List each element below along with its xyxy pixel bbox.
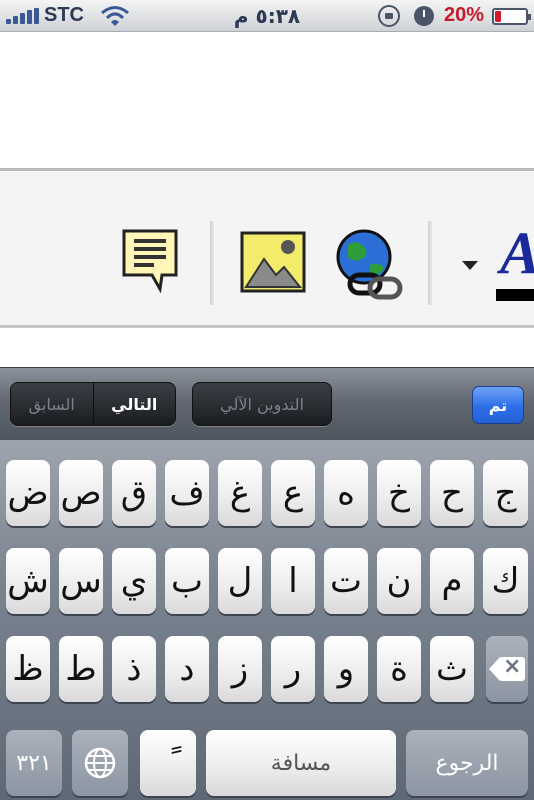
- space-key[interactable]: مسافة: [206, 730, 396, 796]
- battery-percent: 20%: [444, 4, 485, 26]
- editor-content-area[interactable]: [0, 32, 534, 168]
- prev-next-segmented-control: السابق التالي: [10, 382, 176, 426]
- key[interactable]: ك: [483, 548, 528, 614]
- dropdown-arrow-icon[interactable]: [462, 261, 478, 270]
- alarm-icon: [414, 6, 434, 26]
- rotation-lock-icon: [378, 5, 400, 27]
- key[interactable]: ا: [271, 548, 315, 614]
- key[interactable]: ف: [165, 460, 209, 526]
- previous-button[interactable]: السابق: [11, 383, 94, 425]
- key[interactable]: ر: [271, 636, 315, 702]
- key[interactable]: ش: [6, 548, 50, 614]
- note-comment-icon[interactable]: [122, 229, 178, 293]
- font-color-swatch: [496, 289, 534, 301]
- key[interactable]: غ: [218, 460, 262, 526]
- key[interactable]: ظ: [6, 636, 50, 702]
- key[interactable]: ث: [430, 636, 474, 702]
- key[interactable]: ي: [112, 548, 156, 614]
- diacritic-key[interactable]: ً: [140, 730, 196, 796]
- toolbar-separator: [210, 221, 214, 305]
- key[interactable]: ل: [218, 548, 262, 614]
- key[interactable]: و: [324, 636, 368, 702]
- key[interactable]: د: [165, 636, 209, 702]
- key[interactable]: م: [430, 548, 474, 614]
- editor-toolbar: A: [0, 168, 534, 328]
- form-accessory-bar: السابق التالي التدوين الآلي تم: [0, 367, 534, 440]
- backspace-icon: ×: [489, 654, 525, 681]
- key[interactable]: ة: [377, 636, 421, 702]
- battery-level-fill: [495, 11, 502, 22]
- key[interactable]: ن: [377, 548, 421, 614]
- key[interactable]: ح: [430, 460, 474, 526]
- key[interactable]: ع: [271, 460, 315, 526]
- key[interactable]: ه: [324, 460, 368, 526]
- key[interactable]: ب: [165, 548, 209, 614]
- key[interactable]: ت: [324, 548, 368, 614]
- arabic-keyboard: ض ص ق ف غ ع ه خ ح ج ش س ي ب ل ا ت ن م ك …: [0, 440, 534, 800]
- autofill-button[interactable]: التدوين الآلي: [192, 382, 332, 426]
- numbers-key[interactable]: ٣٢١: [6, 730, 62, 796]
- key[interactable]: ض: [6, 460, 50, 526]
- key[interactable]: ط: [59, 636, 103, 702]
- globe-key[interactable]: [72, 730, 128, 796]
- globe-icon: [84, 747, 116, 779]
- battery-icon: [492, 8, 531, 25]
- backspace-key[interactable]: ×: [486, 636, 528, 702]
- key[interactable]: س: [59, 548, 103, 614]
- status-bar: STC ٥:٣٨ م 20%: [0, 0, 534, 32]
- key[interactable]: ص: [59, 460, 103, 526]
- font-color-icon[interactable]: A: [500, 223, 534, 283]
- key[interactable]: خ: [377, 460, 421, 526]
- insert-image-icon[interactable]: [240, 231, 306, 293]
- return-key[interactable]: الرجوع: [406, 730, 528, 796]
- hyperlink-globe-icon[interactable]: [334, 229, 404, 301]
- key[interactable]: ق: [112, 460, 156, 526]
- done-button[interactable]: تم: [472, 386, 524, 424]
- toolbar-separator: [428, 221, 432, 305]
- key[interactable]: ز: [218, 636, 262, 702]
- key[interactable]: ذ: [112, 636, 156, 702]
- key[interactable]: ج: [483, 460, 528, 526]
- editor-lower-area: [0, 331, 534, 367]
- next-button[interactable]: التالي: [94, 383, 176, 425]
